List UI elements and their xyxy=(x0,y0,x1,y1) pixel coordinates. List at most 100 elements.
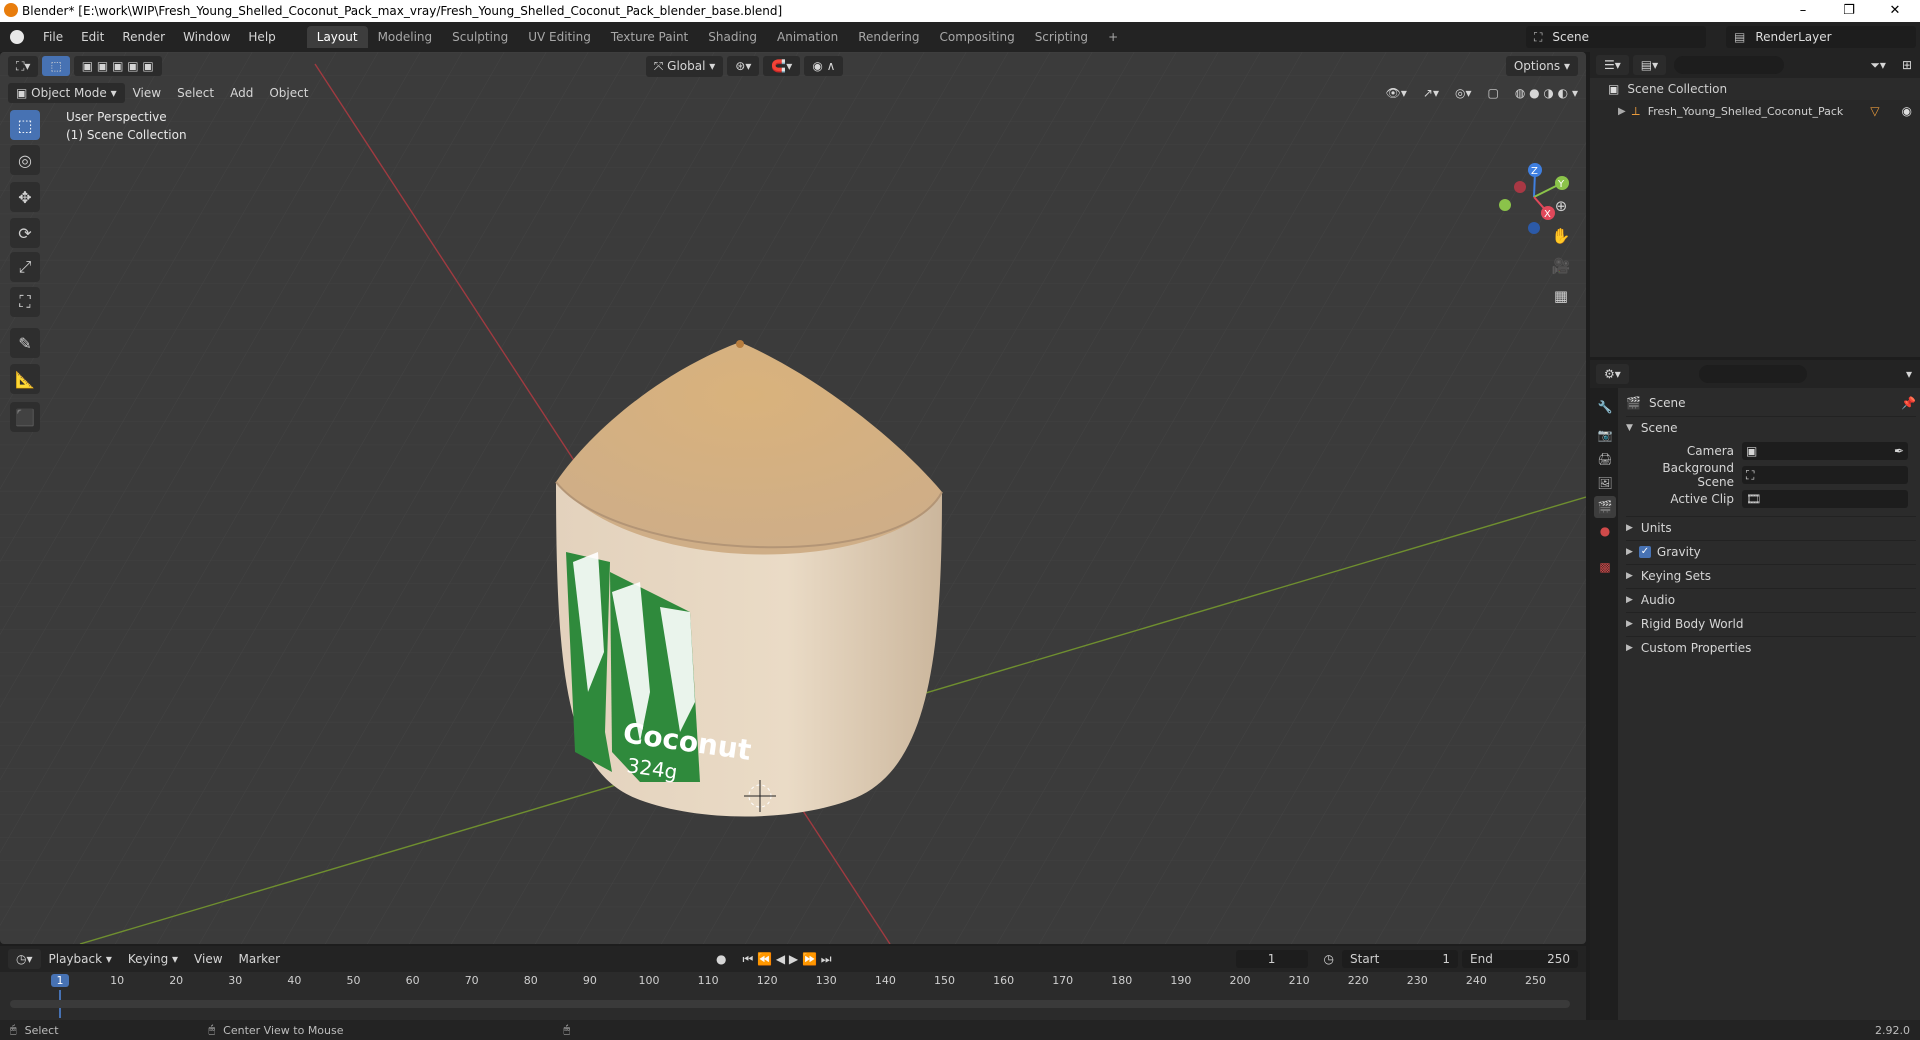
workspace-tab-modeling[interactable]: Modeling xyxy=(368,26,443,48)
menu-select[interactable]: Select xyxy=(169,86,222,100)
properties-options-icon[interactable]: ▾ xyxy=(1898,367,1920,381)
menu-keying[interactable]: Keying ▾ xyxy=(120,952,186,966)
visibility-icon[interactable]: 👁▾ xyxy=(1378,86,1415,100)
measure-tool-icon[interactable]: 📐 xyxy=(10,364,40,394)
end-frame-field[interactable]: End 250 xyxy=(1462,950,1578,968)
workspace-tab-uv-editing[interactable]: UV Editing xyxy=(518,26,601,48)
minimize-button[interactable]: – xyxy=(1780,0,1826,22)
panel-keying-sets[interactable]: ▶ Keying Sets xyxy=(1626,564,1916,586)
current-frame-marker[interactable]: 1 xyxy=(51,974,69,987)
new-collection-icon[interactable]: ⊞ xyxy=(1894,58,1920,72)
add-cube-tool-icon[interactable]: ⬛ xyxy=(10,402,40,432)
snap-icon[interactable]: 🧲▾ xyxy=(763,56,801,76)
annotate-tool-icon[interactable]: ✎ xyxy=(10,328,40,358)
pivot-point-icon[interactable]: ⊛▾ xyxy=(727,56,760,76)
view-layer-tab-icon[interactable]: 🖼 xyxy=(1594,472,1616,494)
render-tab-icon[interactable]: 📷 xyxy=(1594,424,1616,446)
scene-tab-icon[interactable]: 🎬 xyxy=(1594,496,1616,518)
transform-orientation-dropdown[interactable]: ⤧ Global ▾ xyxy=(645,55,724,77)
playback-controls[interactable]: ⏮ ⏪ ◀ ▶ ⏩ ⏭ xyxy=(735,952,840,967)
outliner-search-input[interactable] xyxy=(1674,56,1785,74)
panel-audio[interactable]: ▶ Audio xyxy=(1626,588,1916,610)
scene-selector[interactable]: ⛶ Scene xyxy=(1526,26,1706,48)
panel-rigid-body-world[interactable]: ▶ Rigid Body World xyxy=(1626,612,1916,634)
maximize-button[interactable]: ❐ xyxy=(1826,0,1872,22)
menu-help[interactable]: Help xyxy=(239,30,284,44)
zoom-icon[interactable]: ⊕ xyxy=(1547,192,1575,220)
workspace-tab-scripting[interactable]: Scripting xyxy=(1025,26,1098,48)
workspace-tab-sculpting[interactable]: Sculpting xyxy=(442,26,518,48)
cursor-tool-icon[interactable]: ◎ xyxy=(10,145,40,175)
mode-dropdown[interactable]: ▣ Object Mode ▾ xyxy=(8,83,125,103)
record-icon[interactable]: ● xyxy=(708,952,734,966)
filter-icon[interactable]: ⏷▾ xyxy=(1862,58,1894,73)
select-box-icon[interactable]: ⬚ xyxy=(42,56,70,76)
gravity-checkbox[interactable]: ✓ xyxy=(1638,545,1651,558)
select-tool-icon[interactable]: ⬚ xyxy=(10,110,40,140)
ortho-grid-icon[interactable]: ▦ xyxy=(1547,282,1575,310)
menu-file[interactable]: File xyxy=(34,30,72,44)
menu-playback[interactable]: Playback ▾ xyxy=(41,952,120,966)
move-tool-icon[interactable]: ✥ xyxy=(10,182,40,212)
blender-menu-icon[interactable] xyxy=(10,30,24,44)
eyedropper-icon[interactable]: ✒ xyxy=(1894,444,1904,458)
workspace-tab-layout[interactable]: Layout xyxy=(306,26,368,48)
tool-tab-icon[interactable]: 🔧 xyxy=(1594,396,1616,418)
scene-panel-header[interactable]: ▼ Scene xyxy=(1626,416,1916,438)
menu-timeline-view[interactable]: View xyxy=(186,952,230,966)
expand-arrow-icon[interactable]: ▶ xyxy=(1618,106,1626,117)
workspace-tab-compositing[interactable]: Compositing xyxy=(929,26,1024,48)
active-clip-field[interactable]: 🎞 xyxy=(1742,490,1908,508)
workspace-tab-shading[interactable]: Shading xyxy=(698,26,767,48)
panel-gravity[interactable]: ▶ ✓ Gravity xyxy=(1626,540,1916,562)
visibility-eye-icon[interactable]: ◉ xyxy=(1902,104,1912,118)
gizmo-toggle-icon[interactable]: ↗▾ xyxy=(1415,86,1447,100)
menu-render[interactable]: Render xyxy=(113,30,174,44)
shading-mode-icons[interactable]: ◍ ● ◑ ◐ ▾ xyxy=(1507,86,1586,100)
frame-ruler[interactable]: 1 10 20 30 40 50 60 70 80 90 100 110 120 130 140 150 160… xyxy=(0,972,1586,1018)
proportional-edit-icon[interactable]: ◉ ∧ xyxy=(804,56,844,76)
outliner-editor-icon[interactable]: ☰▾ xyxy=(1596,55,1629,75)
xray-icon[interactable]: ▢ xyxy=(1479,86,1506,100)
background-scene-field[interactable]: ⛶ xyxy=(1742,466,1908,484)
view-layer-selector[interactable]: ▤ RenderLayer xyxy=(1726,26,1916,48)
transform-tool-icon[interactable]: ⛶ xyxy=(10,287,40,317)
rotate-tool-icon[interactable]: ⟳ xyxy=(10,218,40,248)
editor-type-icon[interactable]: ⛶▾ xyxy=(8,55,39,77)
timeline-scrollbar[interactable] xyxy=(10,1000,1570,1008)
start-frame-field[interactable]: Start 1 xyxy=(1342,950,1458,968)
select-mode-icons[interactable]: ▣ ▣ ▣ ▣ ▣ xyxy=(73,56,162,76)
texture-tab-icon[interactable]: ▩ xyxy=(1594,556,1616,578)
add-workspace-button[interactable]: + xyxy=(1098,26,1128,48)
clock-icon[interactable]: ◷ xyxy=(1316,952,1342,966)
camera-field[interactable]: ▣ ✒ xyxy=(1742,442,1908,460)
camera-view-icon[interactable]: 🎥 xyxy=(1547,252,1575,280)
menu-edit[interactable]: Edit xyxy=(72,30,113,44)
current-frame-field[interactable]: 1 xyxy=(1235,950,1308,968)
menu-marker[interactable]: Marker xyxy=(231,952,288,966)
scale-tool-icon[interactable]: ⤢ xyxy=(10,252,40,282)
properties-search-input[interactable] xyxy=(1698,365,1807,383)
output-tab-icon[interactable]: 🖨 xyxy=(1594,448,1616,470)
display-mode-icon[interactable]: ▤▾ xyxy=(1632,55,1667,75)
panel-units[interactable]: ▶ Units xyxy=(1626,516,1916,538)
pin-icon[interactable]: 📌 xyxy=(1901,396,1916,410)
3d-viewport[interactable]: Coconut 324g Z Y X ⛶▾ ⬚ ▣ ▣ ▣ ▣ ▣ ⤧ Glob… xyxy=(0,52,1586,944)
workspace-tab-animation[interactable]: Animation xyxy=(767,26,848,48)
outliner-row-scene-collection[interactable]: ▣ Scene Collection xyxy=(1590,78,1920,100)
timeline-editor-icon[interactable]: ◷▾ xyxy=(8,949,41,969)
menu-object[interactable]: Object xyxy=(261,86,316,100)
outliner-row-item[interactable]: ▶ ⟂ Fresh_Young_Shelled_Coconut_Pack ▽ ◉ xyxy=(1590,100,1920,122)
panel-custom-properties[interactable]: ▶ Custom Properties xyxy=(1626,636,1916,658)
world-tab-icon[interactable]: ● xyxy=(1594,520,1616,542)
menu-view[interactable]: View xyxy=(125,86,169,100)
properties-editor-icon[interactable]: ⚙▾ xyxy=(1596,364,1629,384)
menu-window[interactable]: Window xyxy=(174,30,239,44)
options-dropdown[interactable]: Options ▾ xyxy=(1505,56,1578,76)
pan-hand-icon[interactable]: ✋ xyxy=(1547,222,1575,250)
overlay-toggle-icon[interactable]: ◎▾ xyxy=(1447,86,1480,100)
workspace-tab-rendering[interactable]: Rendering xyxy=(848,26,929,48)
workspace-tab-texture-paint[interactable]: Texture Paint xyxy=(601,26,698,48)
menu-add[interactable]: Add xyxy=(222,86,261,100)
close-button[interactable]: ✕ xyxy=(1872,0,1918,22)
